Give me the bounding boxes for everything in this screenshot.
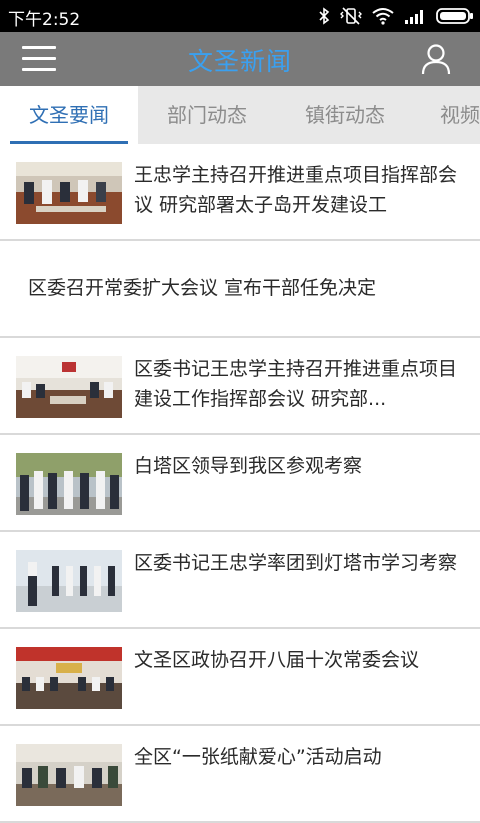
news-thumbnail	[16, 453, 122, 515]
news-thumbnail	[16, 550, 122, 612]
bluetooth-icon	[319, 7, 330, 25]
news-title: 区委召开常委扩大会议 宣布干部任免决定	[28, 277, 377, 299]
battery-icon	[436, 8, 473, 24]
news-title: 区委书记王忠学主持召开推进重点项目建设工作指挥部会议 研究部...	[134, 358, 458, 410]
status-time: 下午2:52	[8, 10, 81, 30]
news-thumbnail	[16, 162, 122, 224]
news-list: 王忠学主持召开推进重点项目指挥部会议 研究部署太子岛开发建设工 区委召开常委扩大…	[0, 144, 480, 823]
news-title: 白塔区领导到我区参观考察	[134, 455, 363, 477]
news-item[interactable]: 全区“一张纸献爱心”活动启动	[0, 726, 480, 823]
news-title: 区委书记王忠学率团到灯塔市学习考察	[134, 552, 458, 574]
vibrate-icon	[340, 7, 362, 25]
news-thumbnail	[16, 744, 122, 806]
user-icon[interactable]	[420, 43, 452, 75]
news-item[interactable]: 白塔区领导到我区参观考察	[0, 435, 480, 532]
app-bar: 文圣新闻	[0, 32, 480, 86]
tab-wensheng-news[interactable]: 文圣要闻	[0, 86, 138, 144]
news-item[interactable]: 区委召开常委扩大会议 宣布干部任免决定	[0, 241, 480, 338]
tab-bar: 文圣要闻 部门动态 镇街动态 视频	[0, 86, 480, 144]
wifi-icon	[372, 8, 394, 25]
tab-town-news[interactable]: 镇街动态	[276, 86, 414, 144]
news-item[interactable]: 区委书记王忠学主持召开推进重点项目建设工作指挥部会议 研究部...	[0, 338, 480, 435]
news-title: 全区“一张纸献爱心”活动启动	[134, 746, 382, 768]
news-item[interactable]: 王忠学主持召开推进重点项目指挥部会议 研究部署太子岛开发建设工	[0, 144, 480, 241]
page-title: 文圣新闻	[187, 47, 292, 76]
tab-department-news[interactable]: 部门动态	[138, 86, 276, 144]
tab-video[interactable]: 视频	[414, 86, 480, 144]
news-title: 王忠学主持召开推进重点项目指挥部会议 研究部署太子岛开发建设工	[134, 164, 458, 216]
news-item[interactable]: 文圣区政协召开八届十次常委会议	[0, 629, 480, 726]
status-bar: 下午2:52	[0, 0, 480, 32]
news-thumbnail	[16, 647, 122, 709]
news-title: 文圣区政协召开八届十次常委会议	[134, 649, 420, 671]
news-thumbnail	[16, 356, 122, 418]
signal-icon	[405, 10, 423, 24]
status-icons	[318, 6, 474, 26]
news-item[interactable]: 区委书记王忠学率团到灯塔市学习考察	[0, 532, 480, 629]
